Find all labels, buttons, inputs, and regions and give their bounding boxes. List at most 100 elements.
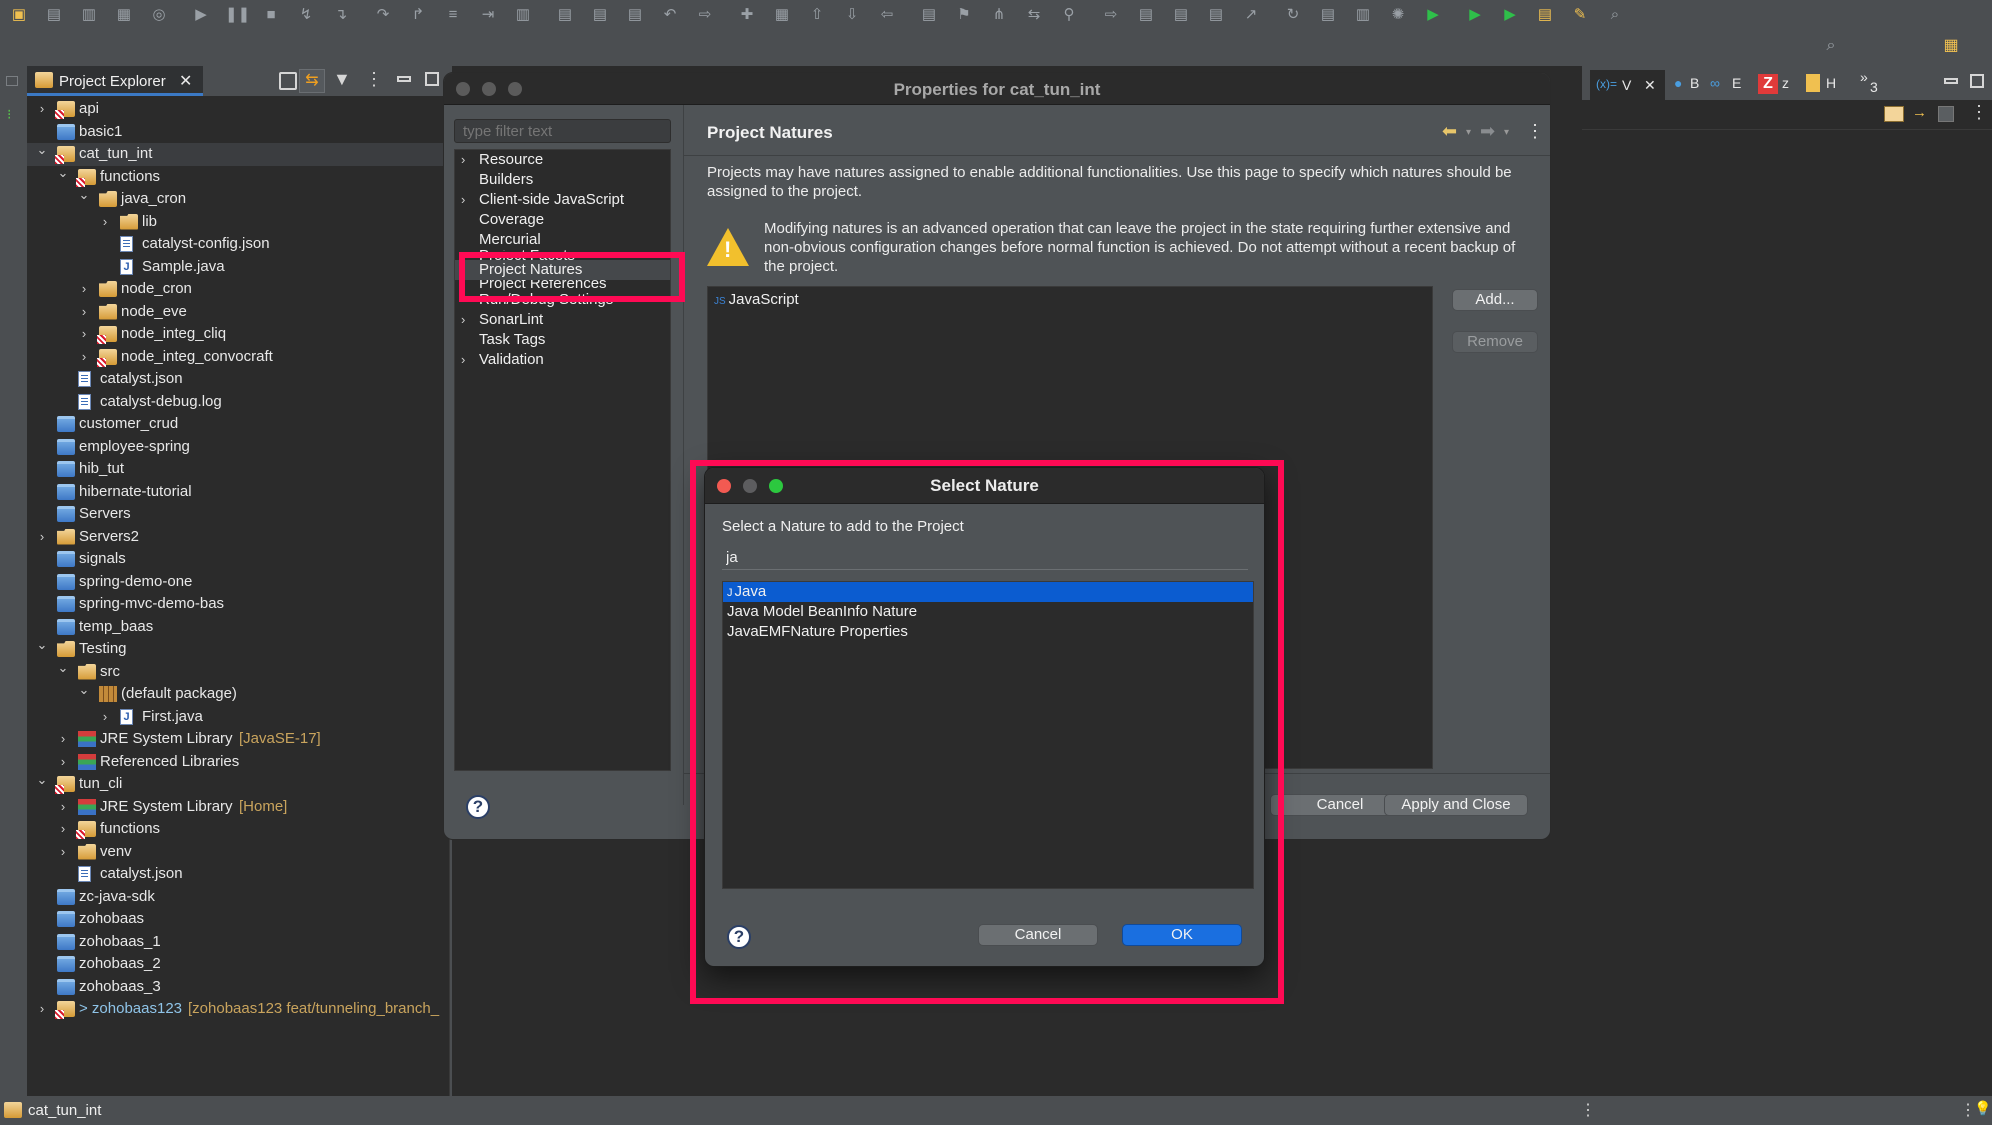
- debug-icon[interactable]: ✺: [1387, 4, 1409, 26]
- suspend-icon[interactable]: ❚❚: [225, 4, 250, 26]
- tree-item[interactable]: customer_crud: [27, 413, 450, 436]
- minimize-icon[interactable]: [1944, 78, 1958, 84]
- hg-icon-4[interactable]: ▤: [624, 4, 646, 26]
- link-with-editor-icon[interactable]: ⇆: [299, 69, 325, 93]
- maximize-icon[interactable]: [425, 72, 439, 86]
- resume-icon[interactable]: ▶: [190, 4, 212, 26]
- step-into-icon[interactable]: ↴: [330, 4, 352, 26]
- hg-binary-icon[interactable]: ▦: [771, 4, 793, 26]
- hg-history-icon[interactable]: ▤: [918, 4, 940, 26]
- chevron-right-icon[interactable]: ›: [461, 150, 465, 170]
- maximize-icon[interactable]: [1970, 74, 1984, 88]
- properties-nav-item[interactable]: Mercurial: [455, 230, 670, 250]
- save-all-icon[interactable]: ▥: [78, 4, 100, 26]
- step-return-icon[interactable]: ↱: [407, 4, 429, 26]
- chevron-right-icon[interactable]: ›: [98, 706, 112, 729]
- hg-tag-icon[interactable]: ⚑: [953, 4, 975, 26]
- chevron-down-icon[interactable]: ⌄: [77, 184, 91, 207]
- tab-variables[interactable]: (x)= V ✕: [1590, 70, 1665, 100]
- skip-breakpoints-icon[interactable]: ◎: [148, 4, 170, 26]
- properties-nav-item[interactable]: › Client-side JavaScript: [455, 190, 670, 210]
- properties-nav-item[interactable]: › SonarLint: [455, 310, 670, 330]
- close-icon[interactable]: ✕: [179, 71, 192, 91]
- tree-item[interactable]: › node_integ_cliq: [27, 323, 450, 346]
- more-tabs-count[interactable]: 3: [1870, 79, 1878, 95]
- tip-icon[interactable]: 💡: [1974, 1100, 1991, 1117]
- tree-item[interactable]: ⌄ tun_cli: [27, 772, 450, 796]
- hg-undo-icon[interactable]: ↶: [659, 4, 681, 26]
- chevron-right-icon[interactable]: ›: [56, 818, 70, 841]
- menu-icon[interactable]: ⋮: [1526, 121, 1544, 142]
- tree-item[interactable]: zohobaas_3: [27, 976, 450, 999]
- save-icon[interactable]: ▤: [43, 4, 65, 26]
- chevron-down-icon[interactable]: ⌄: [35, 139, 49, 162]
- tree-item[interactable]: ⌄ Testing: [27, 637, 450, 661]
- chevron-right-icon[interactable]: ›: [461, 350, 465, 370]
- tab-z[interactable]: z: [1782, 75, 1789, 91]
- tree-item[interactable]: › node_eve: [27, 301, 450, 324]
- use-step-filters-icon[interactable]: ⇥: [477, 4, 499, 26]
- hg-icon-1[interactable]: ▥: [512, 4, 534, 26]
- hg-unshelve-icon[interactable]: ▤: [1205, 4, 1227, 26]
- tab-history[interactable]: H: [1826, 75, 1836, 91]
- chevron-down-icon[interactable]: ⌄: [56, 162, 70, 185]
- tree-item[interactable]: › node_integ_convocraft: [27, 346, 450, 369]
- chevron-down-icon[interactable]: ⌄: [77, 679, 91, 702]
- close-icon[interactable]: ✕: [1644, 77, 1656, 94]
- back-dropdown-icon[interactable]: ▾: [1466, 127, 1471, 138]
- drop-to-frame-icon[interactable]: ≡: [442, 4, 464, 26]
- tree-item[interactable]: hib_tut: [27, 458, 450, 481]
- new-icon[interactable]: ▣: [8, 4, 30, 26]
- filter-icon[interactable]: ▼: [333, 69, 351, 90]
- tree-item[interactable]: › node_cron: [27, 278, 450, 301]
- open-task-icon[interactable]: ✎: [1569, 4, 1591, 26]
- step-over-icon[interactable]: ↷: [372, 4, 394, 26]
- tab-expressions[interactable]: E: [1732, 75, 1741, 91]
- tree-item[interactable]: catalyst.json: [27, 863, 450, 886]
- tree-item[interactable]: hibernate-tutorial: [27, 481, 450, 504]
- tree-item[interactable]: zohobaas_2: [27, 953, 450, 976]
- hg-sign-icon[interactable]: ▥: [1352, 4, 1374, 26]
- chevron-right-icon[interactable]: ›: [77, 346, 91, 369]
- minimize-icon[interactable]: [397, 76, 411, 82]
- chevron-right-icon[interactable]: ›: [35, 526, 49, 549]
- chevron-right-icon[interactable]: ›: [35, 98, 49, 121]
- tree-item[interactable]: › JRE System Library [Home]: [27, 796, 450, 819]
- search-icon[interactable]: ⌕: [1820, 35, 1842, 57]
- properties-nav-item[interactable]: Builders: [455, 170, 670, 190]
- tree-item[interactable]: catalyst-debug.log: [27, 391, 450, 414]
- filter-input[interactable]: [454, 119, 671, 143]
- hg-push-icon[interactable]: ⇧: [806, 4, 828, 26]
- tree-item[interactable]: basic1: [27, 121, 450, 144]
- hg-incoming-icon[interactable]: ⇦: [876, 4, 898, 26]
- tree-item[interactable]: temp_baas: [27, 616, 450, 639]
- properties-nav-item[interactable]: Coverage: [455, 210, 670, 230]
- perspective-icon[interactable]: ▦: [1940, 35, 1962, 57]
- chevron-right-icon[interactable]: ›: [56, 796, 70, 819]
- chevron-down-icon[interactable]: ⌄: [35, 634, 49, 657]
- coverage-icon[interactable]: ▶: [1499, 4, 1521, 26]
- hg-icon-3[interactable]: ▤: [589, 4, 611, 26]
- hg-bisect-icon[interactable]: ⚲: [1058, 4, 1080, 26]
- search-icon[interactable]: ⌕: [1604, 4, 1626, 26]
- back-icon[interactable]: ⬅: [1442, 121, 1457, 142]
- nature-item[interactable]: JS JavaScript: [714, 291, 799, 308]
- chevron-right-icon[interactable]: ›: [461, 310, 465, 330]
- tree-item[interactable]: › venv: [27, 841, 450, 864]
- hg-add-icon[interactable]: ✚: [736, 4, 758, 26]
- hg-rebase-icon[interactable]: ↗: [1240, 4, 1262, 26]
- tree-item[interactable]: spring-demo-one: [27, 571, 450, 594]
- tree-item[interactable]: › functions: [27, 818, 450, 841]
- chevron-down-icon[interactable]: ⌄: [56, 657, 70, 680]
- chevron-right-icon[interactable]: ›: [77, 301, 91, 324]
- chevron-right-icon[interactable]: ›: [98, 211, 112, 234]
- tree-item[interactable]: › JRE System Library [JavaSE-17]: [27, 728, 450, 751]
- hg-shelve-icon[interactable]: ▤: [1170, 4, 1192, 26]
- hg-pull-icon[interactable]: ⇩: [841, 4, 863, 26]
- hg-transplant-icon[interactable]: ↻: [1282, 4, 1304, 26]
- tree-item[interactable]: ⌄ java_cron: [27, 187, 450, 211]
- more-tabs-icon[interactable]: »: [1860, 69, 1868, 85]
- open-type-icon[interactable]: ▤: [1534, 4, 1556, 26]
- tree-item[interactable]: › J First.java: [27, 706, 450, 729]
- hg-branch-icon[interactable]: ⇆: [1023, 4, 1045, 26]
